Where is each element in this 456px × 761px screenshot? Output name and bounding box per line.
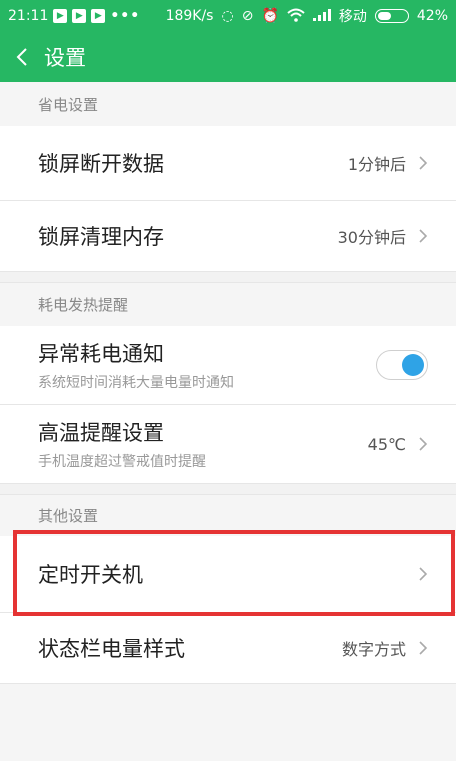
row-abnormal-power-notification[interactable]: 异常耗电通知 系统短时间消耗大量电量时通知 bbox=[0, 326, 456, 404]
status-time: 21:11 bbox=[8, 8, 49, 24]
chevron-right-icon bbox=[419, 641, 428, 655]
play-icon: ▶ bbox=[53, 9, 68, 23]
row-high-temperature-alert[interactable]: 高温提醒设置 手机温度超过警戒值时提醒 45℃ bbox=[0, 405, 456, 483]
carrier-label: 移动 bbox=[338, 9, 367, 25]
chevron-right-icon bbox=[419, 567, 428, 581]
row-value: 45℃ bbox=[367, 434, 406, 454]
row-subtitle: 手机温度超过警戒值时提醒 bbox=[38, 454, 206, 470]
play-icon: ▶ bbox=[91, 9, 106, 23]
row-title: 高温提醒设置 bbox=[38, 421, 164, 445]
battery-percent: 42% bbox=[416, 8, 448, 24]
section-header-power-heat-alerts: 耗电发热提醒 bbox=[0, 282, 456, 326]
battery-icon bbox=[374, 9, 409, 23]
chevron-left-icon[interactable] bbox=[0, 47, 44, 67]
row-value: 1分钟后 bbox=[347, 155, 406, 174]
signal-icon bbox=[312, 8, 331, 24]
sync-icon: ◌ bbox=[221, 8, 234, 24]
row-lockscreen-disconnect-data[interactable]: 锁屏断开数据 1分钟后 bbox=[0, 126, 456, 200]
section-header-power-saving: 省电设置 bbox=[0, 82, 456, 126]
row-title: 锁屏清理内存 bbox=[38, 225, 164, 249]
empty-area bbox=[0, 683, 456, 761]
play-icon: ▶ bbox=[72, 9, 87, 23]
vibrate-off-icon: ⊘ bbox=[241, 8, 254, 24]
row-title: 异常耗电通知 bbox=[38, 342, 164, 366]
network-speed: 189K/s bbox=[165, 8, 214, 24]
row-subtitle: 系统短时间消耗大量电量时通知 bbox=[38, 375, 234, 391]
page-title: 设置 bbox=[44, 46, 86, 70]
row-lockscreen-clear-memory[interactable]: 锁屏清理内存 30分钟后 bbox=[0, 201, 456, 271]
chevron-right-icon bbox=[419, 156, 428, 170]
row-status-bar-battery-style[interactable]: 状态栏电量样式 数字方式 bbox=[0, 613, 456, 683]
section-header-other-settings: 其他设置 bbox=[0, 494, 456, 536]
row-value: 数字方式 bbox=[341, 640, 406, 659]
toggle-knob bbox=[402, 354, 424, 376]
row-title: 锁屏断开数据 bbox=[38, 152, 164, 176]
app-header: 设置 bbox=[0, 32, 456, 82]
abnormal-power-toggle[interactable] bbox=[376, 350, 428, 380]
wifi-icon bbox=[287, 8, 305, 25]
more-dots-icon: ••• bbox=[110, 8, 141, 24]
chevron-right-icon bbox=[419, 229, 428, 243]
chevron-right-icon bbox=[419, 437, 428, 451]
row-value: 30分钟后 bbox=[337, 228, 406, 247]
row-scheduled-power-on-off[interactable]: 定时开关机 bbox=[0, 536, 456, 612]
alarm-icon: ⏰ bbox=[261, 8, 279, 24]
row-title: 定时开关机 bbox=[38, 563, 143, 587]
status-bar: 21:11 ▶ ▶ ▶ ••• 189K/s ◌ ⊘ ⏰ 移动 42% bbox=[0, 0, 456, 32]
row-title: 状态栏电量样式 bbox=[38, 637, 185, 661]
